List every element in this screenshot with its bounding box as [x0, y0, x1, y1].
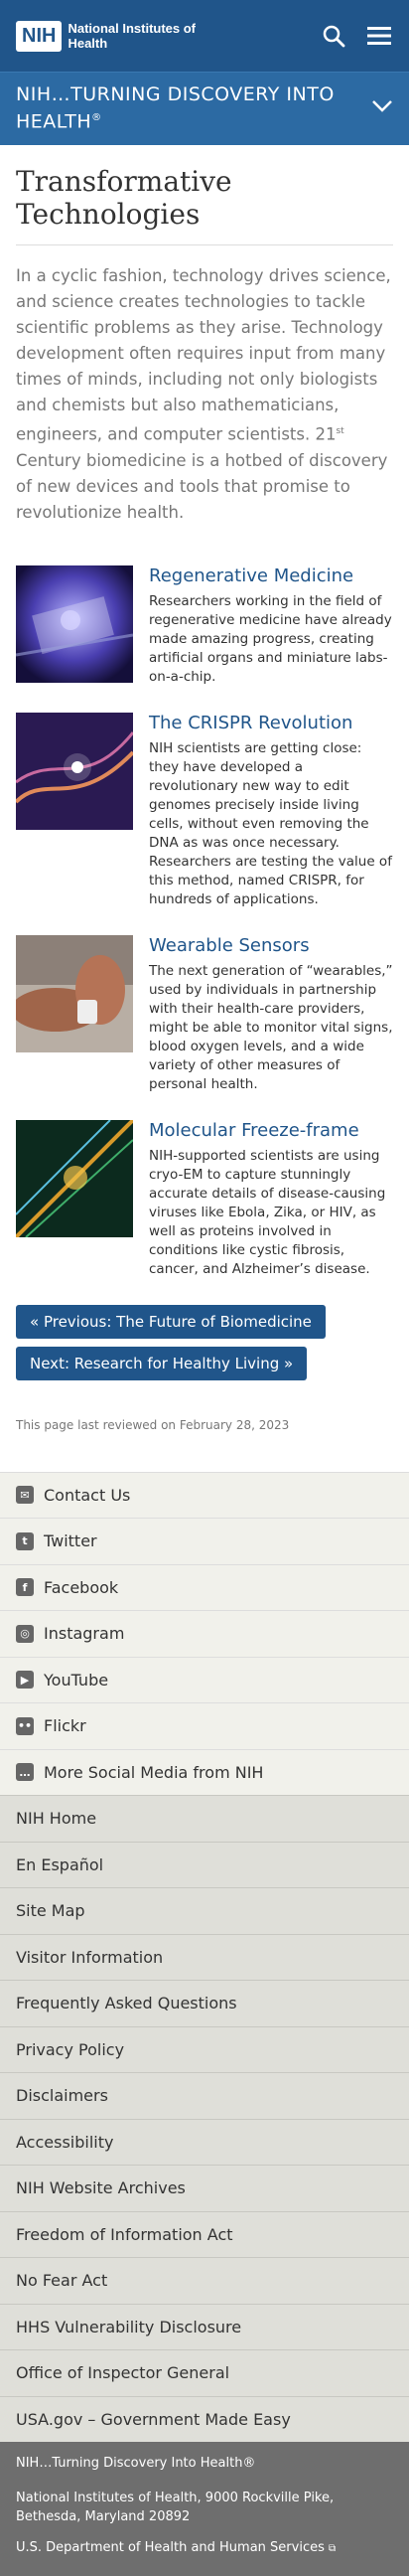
section-nav-toggle[interactable]: NIH…TURNING DISCOVERY INTO HEALTH®: [0, 72, 409, 145]
feature-description: NIH-supported scientists are using cryo-…: [149, 1147, 386, 1277]
social-flickr[interactable]: •• Flickr: [0, 1702, 409, 1749]
twitter-icon: t: [16, 1531, 34, 1550]
logo-text: National Institutes of Health: [68, 21, 197, 51]
footer-link[interactable]: Accessibility: [0, 2118, 409, 2166]
instagram-icon: ◎: [16, 1624, 34, 1643]
nih-logo[interactable]: NIH National Institutes of Health: [16, 20, 197, 52]
footer-link[interactable]: USA.gov – Government Made Easy: [0, 2395, 409, 2443]
feature-description: NIH scientists are getting close: they h…: [149, 739, 392, 907]
site-footer: NIH…Turning Discovery Into Health® Natio…: [0, 2442, 409, 2576]
menu-icon[interactable]: [365, 22, 393, 50]
external-link-icon: ⧉: [329, 2543, 337, 2554]
feature-title[interactable]: Regenerative Medicine: [149, 565, 393, 586]
footer-link[interactable]: Office of Inspector General: [0, 2349, 409, 2396]
feature-regenerative-medicine: Regenerative Medicine Researchers workin…: [16, 564, 393, 687]
mail-icon: ✉: [16, 1486, 34, 1505]
footer-link[interactable]: Site Map: [0, 1887, 409, 1934]
next-page-button[interactable]: Next: Research for Healthy Living »: [16, 1346, 308, 1380]
previous-page-button[interactable]: « Previous: The Future of Biomedicine: [16, 1304, 326, 1339]
footer-link[interactable]: No Fear Act: [0, 2257, 409, 2304]
facebook-icon: f: [16, 1578, 34, 1597]
feature-description: The next generation of “wearables,” used…: [149, 962, 393, 1092]
footer-link[interactable]: En Español: [0, 1841, 409, 1888]
main-content: Transformative Technologies In a cyclic …: [0, 145, 409, 1432]
footer-link[interactable]: NIH Home: [0, 1795, 409, 1842]
footer-link[interactable]: HHS Vulnerability Disclosure: [0, 2303, 409, 2350]
footer-link[interactable]: Freedom of Information Act: [0, 2210, 409, 2258]
footer-link[interactable]: Frequently Asked Questions: [0, 1980, 409, 2026]
intro-paragraph: In a cyclic fashion, technology drives s…: [16, 266, 391, 522]
molecular-freeze-frame-image[interactable]: [16, 1119, 133, 1237]
section-title: NIH…TURNING DISCOVERY INTO HEALTH®: [16, 83, 335, 133]
wearable-sensors-image[interactable]: [16, 934, 133, 1052]
chat-icon: …: [16, 1763, 34, 1782]
feature-title[interactable]: Molecular Freeze-frame: [149, 1120, 393, 1141]
social-twitter[interactable]: t Twitter: [0, 1518, 409, 1564]
social-youtube[interactable]: ▶ YouTube: [0, 1656, 409, 1703]
feature-description: Researchers working in the field of rege…: [149, 592, 392, 685]
logo-abbrev: NIH: [16, 20, 63, 52]
footer-link[interactable]: Privacy Policy: [0, 2025, 409, 2073]
footer-link[interactable]: NIH Website Archives: [0, 2165, 409, 2211]
search-icon[interactable]: [320, 22, 347, 50]
crispr-image[interactable]: [16, 712, 133, 830]
footer-link[interactable]: Disclaimers: [0, 2072, 409, 2119]
last-reviewed-text: This page last reviewed on February 28, …: [16, 1417, 290, 1432]
feature-title[interactable]: Wearable Sensors: [149, 935, 393, 956]
youtube-icon: ▶: [16, 1671, 34, 1690]
feature-wearable-sensors: Wearable Sensors The next generation of …: [16, 934, 393, 1094]
social-facebook[interactable]: f Facebook: [0, 1563, 409, 1611]
regenerative-medicine-image[interactable]: [16, 564, 133, 683]
feature-molecular-freeze-frame: Molecular Freeze-frame NIH-supported sci…: [16, 1119, 393, 1279]
chevron-down-icon[interactable]: [371, 99, 393, 118]
feature-title[interactable]: The CRISPR Revolution: [149, 713, 393, 733]
footer-links: NIH Home En Español Site Map Visitor Inf…: [0, 1795, 409, 2442]
hhs-link[interactable]: U.S. Department of Health and Human Serv…: [16, 2540, 393, 2555]
footer-tagline: NIH…Turning Discovery Into Health®: [16, 2456, 256, 2471]
social-more[interactable]: … More Social Media from NIH: [0, 1748, 409, 1796]
feature-crispr-revolution: The CRISPR Revolution NIH scientists are…: [16, 712, 393, 909]
page-title: Transformative Technologies: [16, 165, 393, 245]
social-contact-us[interactable]: ✉ Contact Us: [0, 1471, 409, 1519]
flickr-icon: ••: [16, 1716, 34, 1735]
site-header: NIH National Institutes of Health: [0, 0, 409, 72]
social-links: ✉ Contact Us t Twitter f Facebook ◎ Inst…: [0, 1471, 409, 1796]
footer-link[interactable]: Visitor Information: [0, 1933, 409, 1981]
footer-address: National Institutes of Health, 9000 Rock…: [16, 2491, 335, 2524]
social-instagram[interactable]: ◎ Instagram: [0, 1610, 409, 1657]
